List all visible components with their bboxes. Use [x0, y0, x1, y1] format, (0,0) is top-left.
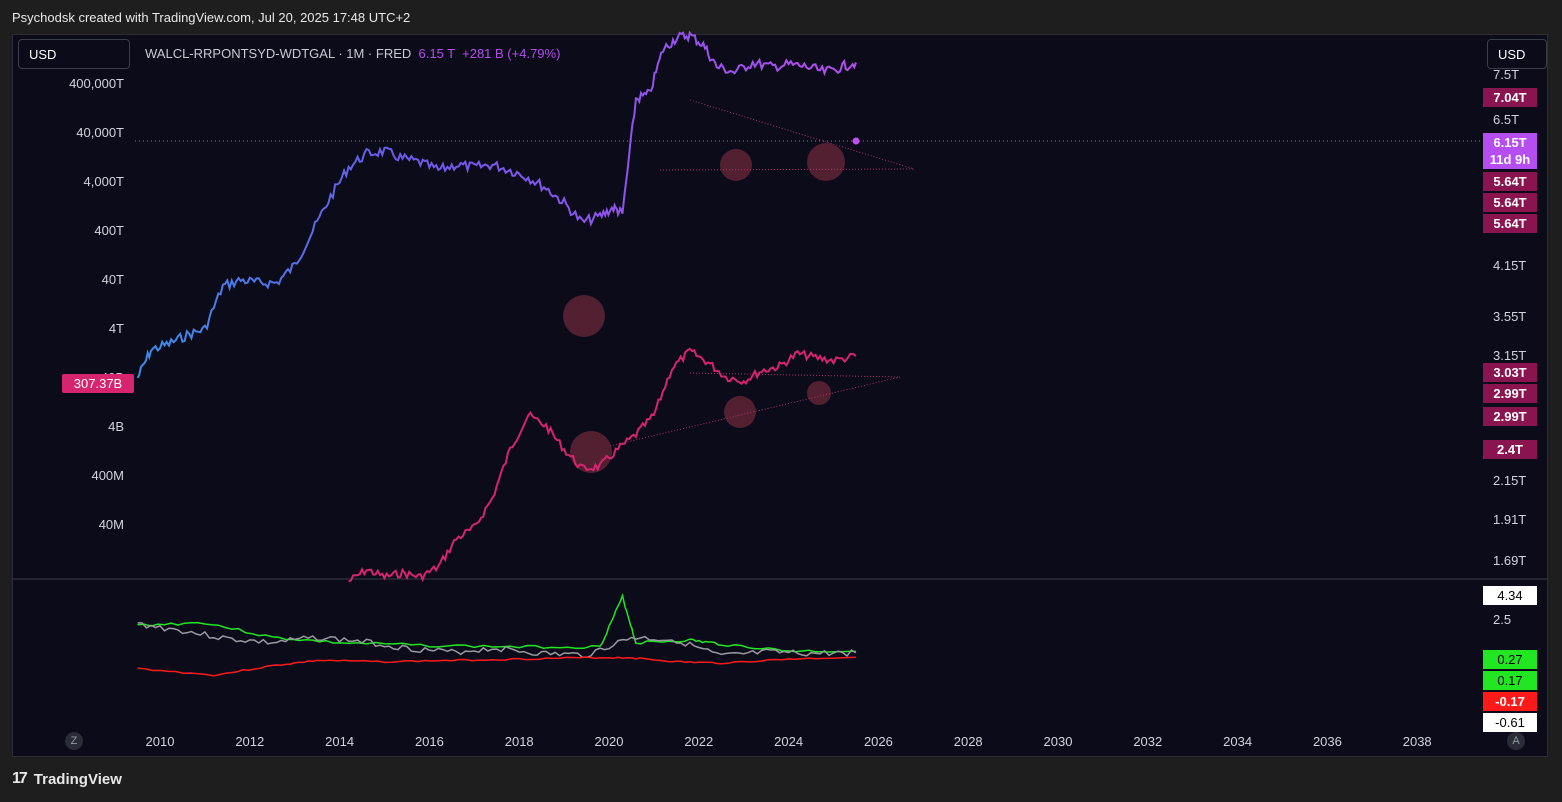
price-badge-text: 3.03T	[1493, 365, 1526, 380]
green-oscillator-line	[137, 592, 856, 653]
price-badge: 6.15T 11d 9h	[1483, 133, 1537, 169]
time-axis-label: 2026	[864, 734, 893, 749]
left-axis-label: 400,000T	[69, 76, 124, 91]
price-badge-text: 2.99T	[1493, 409, 1526, 424]
price-badge: 3.03T	[1483, 363, 1537, 382]
time-axis: 2010 2012 2014 2016 2018 2020 2022 2024 2026 2028…	[146, 734, 1432, 749]
highlight-circle	[807, 381, 831, 405]
gray-oscillator-line	[137, 622, 857, 659]
time-axis-label: 2018	[505, 734, 534, 749]
trend-line	[659, 168, 915, 171]
red-oscillator-line	[137, 656, 856, 677]
price-badge-text: 6.15T	[1493, 135, 1526, 150]
price-badge-text: -0.17	[1495, 694, 1525, 709]
time-axis-label: 2030	[1044, 734, 1073, 749]
chart-canvas[interactable]: 400,000T40,000T4,000T400T40T4T40B4B400M4…	[0, 0, 1562, 802]
highlight-circle	[720, 149, 752, 181]
symbol-change: +281 B (+4.79%)	[462, 46, 561, 61]
left-axis-label: 400T	[94, 223, 124, 238]
time-axis-label: 2014	[325, 734, 354, 749]
left-axis-badge: 307.37B	[62, 374, 134, 393]
price-badge: 0.27	[1483, 650, 1537, 669]
left-axis-label: 4T	[109, 321, 124, 336]
main-series-line	[136, 30, 857, 379]
right-axis-label: 3.15T	[1493, 348, 1526, 363]
price-badge: 2.99T	[1483, 407, 1537, 426]
tradingview-logo-icon: 17	[12, 770, 28, 787]
time-axis-label: 2032	[1133, 734, 1162, 749]
left-axis-label: 40M	[99, 517, 124, 532]
price-badge: 5.64T	[1483, 214, 1537, 233]
time-axis-label: 2036	[1313, 734, 1342, 749]
price-badge: -0.61	[1483, 713, 1537, 732]
symbol-value: 6.15 T	[418, 46, 455, 61]
price-badge: 7.04T	[1483, 88, 1537, 107]
left-axis-label: 4,000T	[84, 174, 125, 189]
time-axis-label: 2012	[235, 734, 264, 749]
price-badge: 4.34	[1483, 586, 1537, 605]
price-badge: 5.64T	[1483, 193, 1537, 212]
left-axis-label: 40,000T	[76, 125, 124, 140]
right-axis-label: 1.69T	[1493, 553, 1526, 568]
currency-button-right[interactable]: USD	[1487, 39, 1547, 69]
left-price-axis: 400,000T40,000T4,000T400T40T4T40B4B400M4…	[62, 76, 134, 532]
price-badge: 5.64T	[1483, 172, 1537, 191]
price-badge-text: 7.04T	[1493, 90, 1526, 105]
price-badge-text: 0.27	[1497, 652, 1522, 667]
symbol-name: WALCL-RRPONTSYD-WDTGAL · 1M · FRED	[145, 46, 412, 61]
price-badge: 2.99T	[1483, 384, 1537, 403]
right-axis-label: 4.15T	[1493, 258, 1526, 273]
left-axis-label: 400M	[91, 468, 124, 483]
time-axis-label: 2024	[774, 734, 803, 749]
price-badge: -0.17	[1483, 692, 1537, 711]
time-axis-label: 2028	[954, 734, 983, 749]
symbol-legend: WALCL-RRPONTSYD-WDTGAL · 1M · FRED 6.15 …	[145, 46, 560, 61]
time-axis-label: 2022	[684, 734, 713, 749]
right-axis-label: 2.15T	[1493, 473, 1526, 488]
time-axis-label: 2016	[415, 734, 444, 749]
right-axis-label: 6.5T	[1493, 112, 1519, 127]
price-badge-text: 5.64T	[1493, 174, 1526, 189]
price-badge: 2.4T	[1483, 440, 1537, 459]
time-axis-label: 2038	[1403, 734, 1432, 749]
highlight-circle	[807, 143, 845, 181]
left-axis-label: 40T	[102, 272, 124, 287]
price-badge-text: 0.17	[1497, 673, 1522, 688]
footer-brand-label: TradingView	[33, 770, 122, 788]
trend-lines	[609, 99, 915, 447]
price-badge-text: 2.4T	[1497, 442, 1523, 457]
time-axis-label: 2020	[595, 734, 624, 749]
highlight-circle	[724, 396, 756, 428]
right-axis-label: 2.5	[1493, 612, 1511, 627]
price-badge-text: 11d 9h	[1490, 152, 1531, 167]
left-axis-badge-text: 307.37B	[74, 376, 122, 391]
right-axis-label: 1.91T	[1493, 512, 1526, 527]
right-axis-label: 3.55T	[1493, 309, 1526, 324]
price-badge-text: 2.99T	[1493, 386, 1526, 401]
last-price-dot	[852, 137, 860, 145]
right-price-badges: 7.04T 6.15T 11d 9h 5.64T 5.64T 5.64T 3.03T 2.99…	[1483, 88, 1537, 732]
left-axis-label: 4B	[108, 419, 124, 434]
currency-button-left[interactable]: USD	[18, 39, 130, 69]
scale-z-button[interactable]: Z	[65, 732, 83, 750]
price-badge-text: -0.61	[1495, 715, 1525, 730]
price-badge-text: 4.34	[1497, 588, 1522, 603]
price-badge-text: 5.64T	[1493, 195, 1526, 210]
highlight-circle	[563, 295, 605, 337]
price-badge: 0.17	[1483, 671, 1537, 690]
footer-brand[interactable]: 17 TradingView	[12, 770, 122, 788]
price-badge-text: 5.64T	[1493, 216, 1526, 231]
scale-a-button[interactable]: A	[1507, 732, 1525, 750]
time-axis-label: 2010	[146, 734, 175, 749]
time-axis-label: 2034	[1223, 734, 1252, 749]
